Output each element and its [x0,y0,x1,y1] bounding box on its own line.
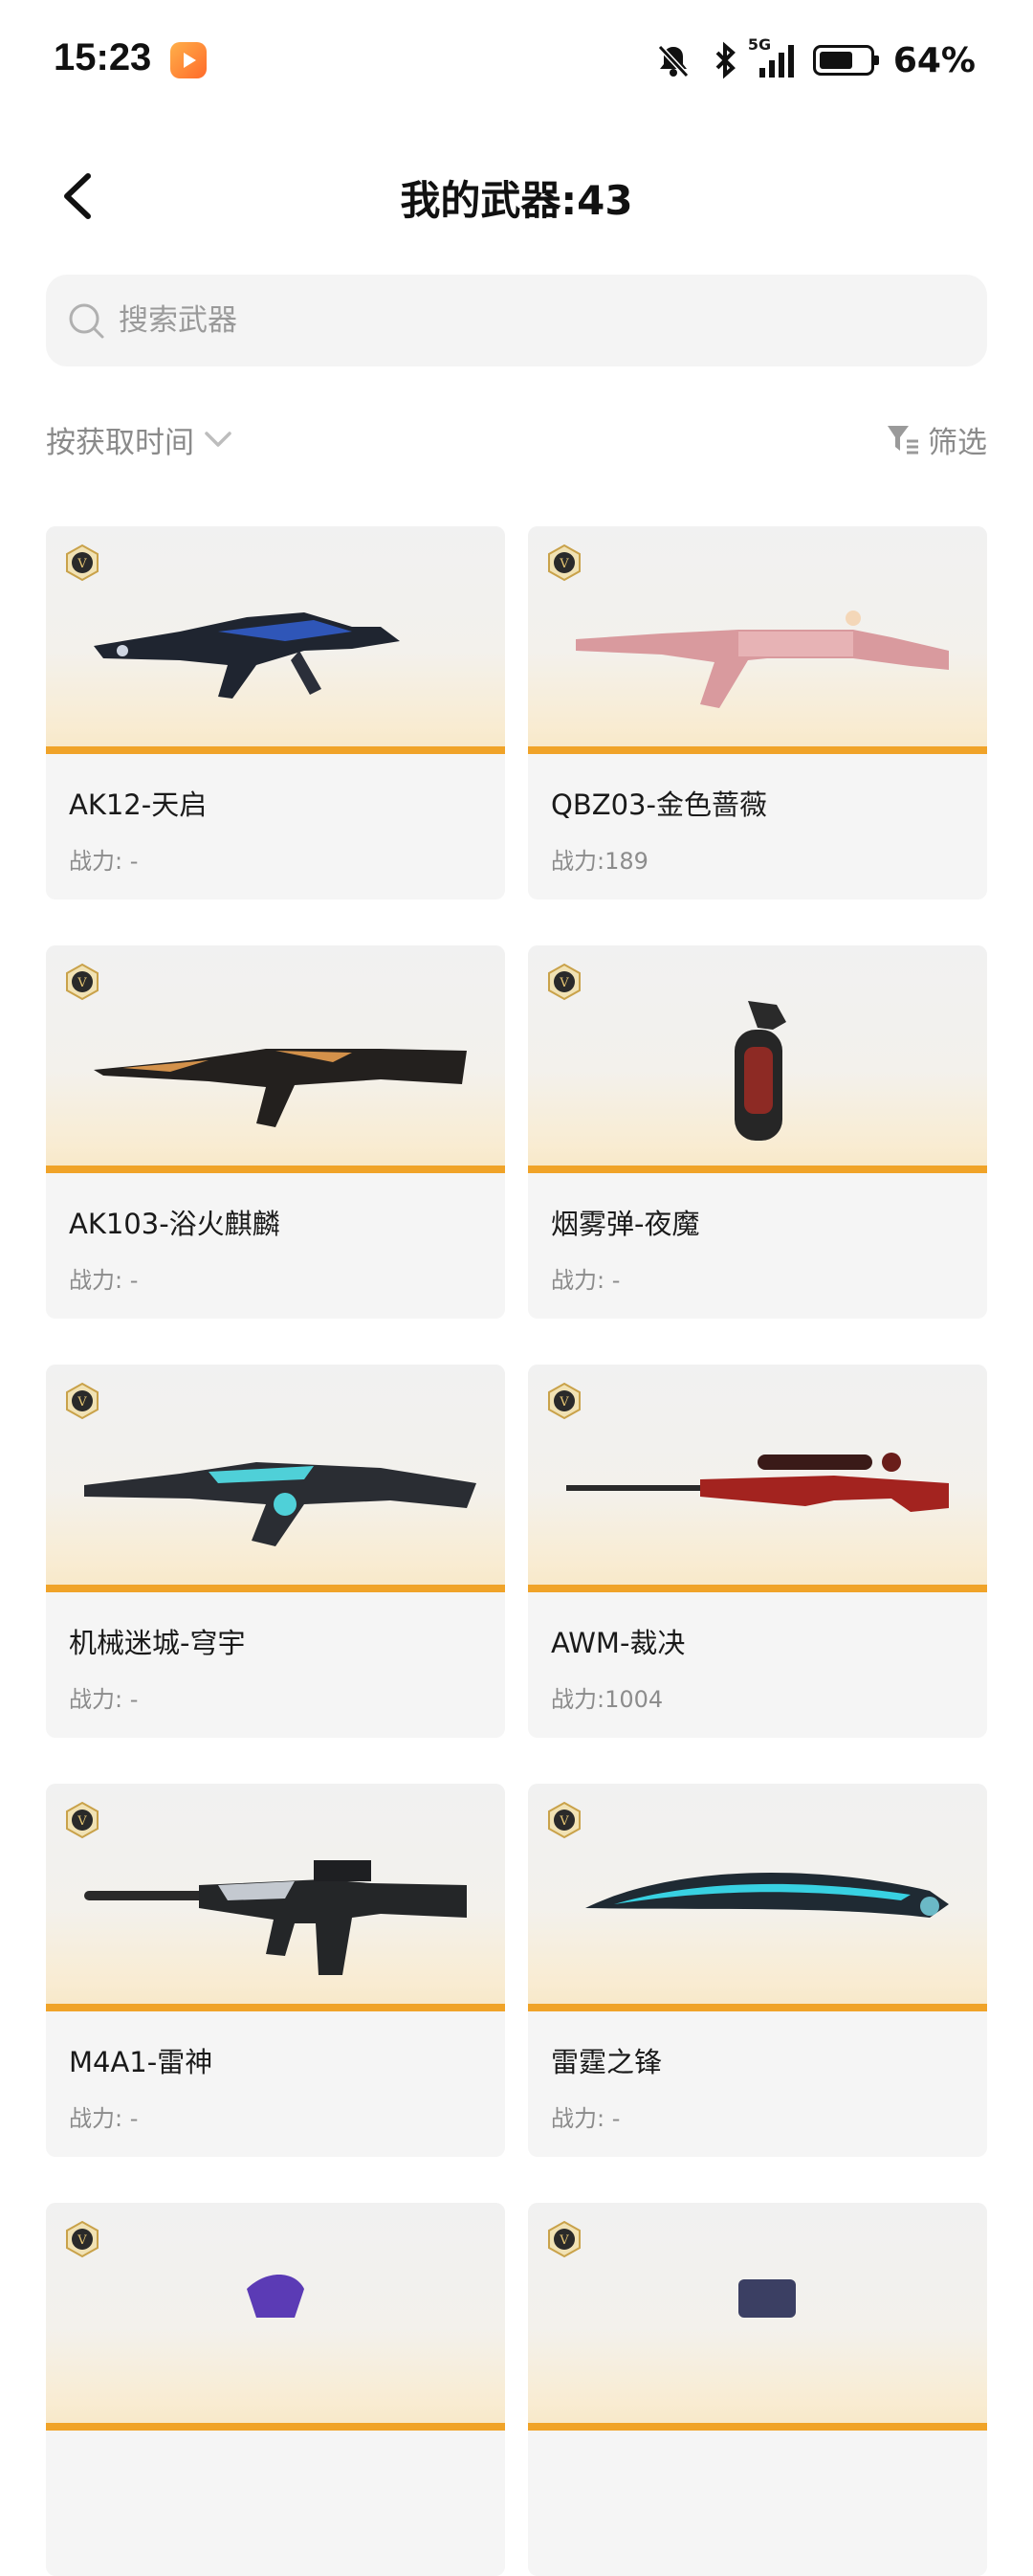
weapon-card[interactable]: V AWM-裁决 战力:1004 [528,1365,987,1738]
weapon-power: 战力: - [69,1686,139,1713]
mute-icon [657,44,690,78]
sort-label: 按获取时间 [46,425,194,460]
search-icon [69,303,104,339]
svg-text:V: V [559,2233,569,2248]
search-input[interactable] [117,302,939,339]
page-title: 我的武器:43 [400,177,633,224]
svg-text:V: V [559,557,569,571]
weapon-power: 战力: - [551,1267,621,1294]
weapon-image: V [528,2203,987,2431]
weapon-image: V [46,2203,505,2431]
weapon-name: M4A1-雷神 [69,2046,213,2078]
rifle-icon [84,1860,467,1975]
network-type: 5G [747,35,772,54]
filter-button[interactable]: 筛选 [886,415,987,463]
weapon-image: V [46,1784,505,2011]
svg-text:V: V [77,1395,87,1410]
weapon-power: 战力:189 [551,848,648,875]
weapon-name: 雷霆之锋 [551,2046,663,2078]
weapon-name: 机械迷城-穹宇 [69,1627,246,1659]
weapon-name: AK103-浴火麒麟 [69,1208,280,1240]
filter-label: 筛选 [928,425,987,460]
weapon-image: V [528,526,987,754]
search-bar[interactable] [46,275,987,366]
weapon-power: 战力: - [69,1267,139,1294]
weapon-art-icon [738,2279,796,2318]
weapon-name: 烟雾弹-夜魔 [551,1208,700,1240]
weapon-card[interactable]: V QBZ03-金色蔷薇 战力:189 [528,526,987,899]
chevron-down-icon [205,432,231,447]
status-time: 15:23 [54,36,152,78]
weapon-power: 战力:1004 [551,1686,664,1713]
weapon-image: V [46,526,505,754]
sniper-rifle-icon [566,1453,949,1512]
weapon-card[interactable]: V 烟雾弹-夜魔 战力: - [528,945,987,1319]
weapon-power: 战力: - [551,2105,621,2132]
battery-icon [812,45,879,76]
weapon-name: AWM-裁决 [551,1627,686,1659]
weapon-card[interactable]: V AK103-浴火麒麟 战力: - [46,945,505,1319]
weapon-card[interactable]: V [46,2203,505,2576]
signal-icon: 5G [748,35,794,78]
weapon-grid: V AK12-天启 战力: - V QBZ03-金色蔷薇 战力:189 V AK… [46,526,987,2576]
status-icons: 5G 64% [654,35,976,82]
weapon-name: QBZ03-金色蔷薇 [551,788,767,821]
status-bar: 15:23 5G 64% [0,0,1033,124]
rifle-icon [94,612,400,699]
svg-text:V: V [77,2233,87,2248]
app-notification-icon [170,42,207,78]
weapon-image: V [528,1784,987,2011]
svg-text:V: V [77,557,87,571]
svg-text:V: V [77,976,87,990]
weapon-image: V [528,945,987,1173]
weapon-name: AK12-天启 [69,788,208,821]
weapon-card[interactable]: V [528,2203,987,2576]
filter-icon [888,426,918,455]
weapon-image: V [46,945,505,1173]
weapon-power: 战力: - [69,848,139,875]
rifle-icon [576,611,949,708]
battery-percent: 64% [892,40,976,80]
weapon-image: V [46,1365,505,1592]
svg-text:V: V [77,1814,87,1829]
svg-text:V: V [559,976,569,990]
bluetooth-icon [715,41,736,79]
weapon-card[interactable]: V AK12-天启 战力: - [46,526,505,899]
weapon-image: V [528,1365,987,1592]
rifle-icon [94,1049,467,1127]
svg-text:V: V [559,1814,569,1829]
sort-dropdown[interactable]: 按获取时间 [46,415,234,463]
weapon-card[interactable]: V 雷霆之锋 战力: - [528,1784,987,2157]
weapon-card[interactable]: V M4A1-雷神 战力: - [46,1784,505,2157]
svg-text:V: V [559,1395,569,1410]
grenade-icon [735,1001,786,1141]
weapon-card[interactable]: V 机械迷城-穹宇 战力: - [46,1365,505,1738]
header: 我的武器:43 [0,144,1033,249]
rifle-icon [84,1462,476,1546]
knife-icon [585,1872,949,1918]
weapon-art-icon [247,2275,304,2318]
weapon-power: 战力: - [69,2105,139,2132]
